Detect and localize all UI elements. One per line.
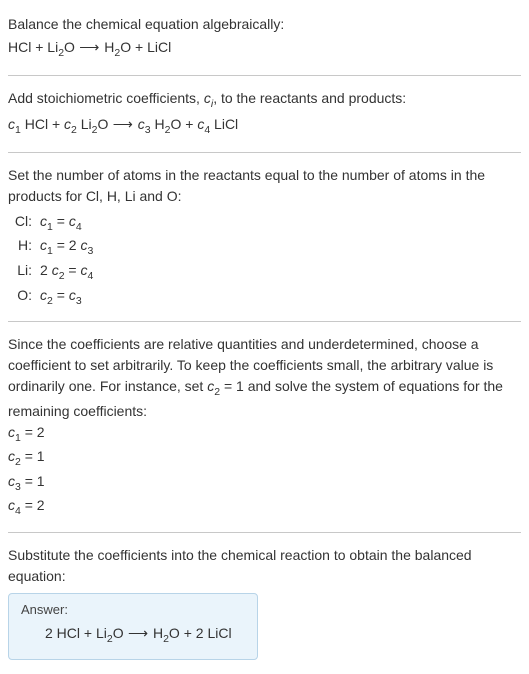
atom-balance-title: Set the number of atoms in the reactants…	[8, 165, 521, 207]
coef: c	[52, 262, 59, 278]
subscript: 3	[87, 245, 93, 257]
eq-text: 2	[40, 262, 52, 278]
coef: c	[8, 473, 15, 489]
coef-solution: c1 = 2	[8, 422, 521, 447]
eq-text: = 1	[21, 448, 45, 464]
coef: c	[69, 213, 76, 229]
coefficient-equation: c1 HCl + c2 Li2O ⟶ c3 H2O + c4 LiCl	[8, 112, 521, 140]
coef-solution: c4 = 2	[8, 495, 521, 520]
arrow-icon: ⟶	[108, 116, 137, 132]
arrow-icon: ⟶	[124, 625, 153, 641]
eq-text: O +	[170, 116, 197, 132]
eq-text: H	[104, 39, 114, 55]
answer-label: Answer:	[21, 602, 245, 617]
eq-text: Li	[77, 116, 92, 132]
problem-title: Balance the chemical equation algebraica…	[8, 14, 521, 35]
eq-text: 2 HCl + Li	[45, 625, 107, 641]
coefficients-title: Add stoichiometric coefficients, ci, to …	[8, 88, 521, 113]
section-answer: Substitute the coefficients into the che…	[8, 537, 521, 668]
eq-text: H	[151, 116, 165, 132]
atom-row-li: Li: 2 c2 = c4	[8, 260, 521, 285]
atom-label: Cl:	[8, 211, 32, 236]
coef-c1: c	[8, 116, 15, 132]
subscript: 4	[76, 221, 82, 233]
atom-row-cl: Cl: c1 = c4	[8, 211, 521, 236]
coef: c	[8, 424, 15, 440]
eq-text: O + 2 LiCl	[169, 625, 232, 641]
coef-c3: c	[138, 116, 145, 132]
eq-text: HCl + Li	[8, 39, 58, 55]
section-coefficients: Add stoichiometric coefficients, ci, to …	[8, 80, 521, 148]
atom-equation: c1 = 2 c3	[40, 235, 93, 260]
variable-c: c	[204, 90, 211, 106]
section-atom-balance: Set the number of atoms in the reactants…	[8, 157, 521, 317]
section-problem: Balance the chemical equation algebraica…	[8, 6, 521, 71]
subscript: 3	[76, 294, 82, 306]
atom-balance-table: Cl: c1 = c4 H: c1 = 2 c3 Li: 2 c2 = c4 O…	[8, 211, 521, 309]
subscript: 4	[88, 270, 94, 282]
atom-label: Li:	[8, 260, 32, 285]
coef-solution: c3 = 1	[8, 471, 521, 496]
coef: c	[40, 237, 47, 253]
coef-solution: c2 = 1	[8, 446, 521, 471]
eq-text: =	[65, 262, 81, 278]
eq-text: = 1	[21, 473, 45, 489]
atom-row-o: O: c2 = c3	[8, 285, 521, 310]
coef: c	[40, 213, 47, 229]
atom-row-h: H: c1 = 2 c3	[8, 235, 521, 260]
eq-text: = 2	[21, 497, 45, 513]
eq-text: O	[98, 116, 109, 132]
balanced-equation: 2 HCl + Li2O ⟶ H2O + 2 LiCl	[21, 617, 245, 649]
divider	[8, 152, 521, 153]
eq-text: O	[113, 625, 124, 641]
coef: c	[81, 262, 88, 278]
eq-text: =	[53, 213, 69, 229]
atom-equation: c1 = c4	[40, 211, 82, 236]
coef-c2: c	[64, 116, 71, 132]
divider	[8, 532, 521, 533]
arrow-icon: ⟶	[75, 39, 104, 55]
text: , to the reactants and products:	[213, 90, 406, 106]
divider	[8, 321, 521, 322]
divider	[8, 75, 521, 76]
atom-label: O:	[8, 285, 32, 310]
coefficient-solutions: c1 = 2 c2 = 1 c3 = 1 c4 = 2	[8, 422, 521, 520]
atom-equation: c2 = c3	[40, 285, 82, 310]
eq-text: HCl +	[21, 116, 64, 132]
eq-text: = 2	[21, 424, 45, 440]
solve-text: Since the coefficients are relative quan…	[8, 334, 521, 422]
eq-text: H	[153, 625, 163, 641]
atom-label: H:	[8, 235, 32, 260]
eq-text: = 2	[53, 237, 81, 253]
text: = 1	[220, 378, 244, 394]
substitute-text: Substitute the coefficients into the che…	[8, 545, 521, 587]
eq-text: O	[64, 39, 75, 55]
eq-text: O + LiCl	[120, 39, 171, 55]
coef: c	[8, 497, 15, 513]
coef: c	[8, 448, 15, 464]
unbalanced-equation: HCl + Li2O ⟶ H2O + LiCl	[8, 35, 521, 63]
coef: c	[40, 287, 47, 303]
text: Add stoichiometric coefficients,	[8, 90, 204, 106]
eq-text: =	[53, 287, 69, 303]
eq-text: LiCl	[210, 116, 238, 132]
atom-equation: 2 c2 = c4	[40, 260, 93, 285]
answer-box: Answer: 2 HCl + Li2O ⟶ H2O + 2 LiCl	[8, 593, 258, 660]
coef: c	[69, 287, 76, 303]
section-solve: Since the coefficients are relative quan…	[8, 326, 521, 528]
